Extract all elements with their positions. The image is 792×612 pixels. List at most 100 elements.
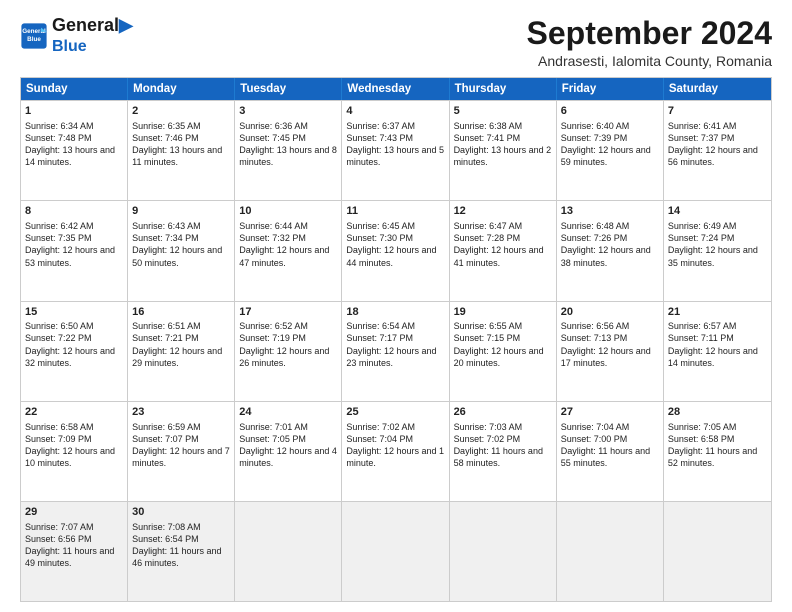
sunrise-text: Sunrise: 7:05 AM bbox=[668, 422, 737, 432]
day-number: 18 bbox=[346, 305, 444, 320]
calendar-body: 1Sunrise: 6:34 AMSunset: 7:48 PMDaylight… bbox=[21, 100, 771, 601]
calendar-header: SundayMondayTuesdayWednesdayThursdayFrid… bbox=[21, 78, 771, 100]
daylight-text: Daylight: 11 hours and 55 minutes. bbox=[561, 446, 650, 468]
day-number: 1 bbox=[25, 104, 123, 119]
sunset-text: Sunset: 7:21 PM bbox=[132, 333, 199, 343]
calendar-cell bbox=[342, 502, 449, 601]
daylight-text: Daylight: 12 hours and 7 minutes. bbox=[132, 446, 230, 468]
sunset-text: Sunset: 7:41 PM bbox=[454, 133, 521, 143]
daylight-text: Daylight: 12 hours and 23 minutes. bbox=[346, 346, 436, 368]
day-number: 24 bbox=[239, 405, 337, 420]
daylight-text: Daylight: 12 hours and 10 minutes. bbox=[25, 446, 115, 468]
daylight-text: Daylight: 12 hours and 29 minutes. bbox=[132, 346, 222, 368]
sunset-text: Sunset: 7:39 PM bbox=[561, 133, 628, 143]
calendar-cell: 19Sunrise: 6:55 AMSunset: 7:15 PMDayligh… bbox=[450, 302, 557, 401]
sunrise-text: Sunrise: 6:56 AM bbox=[561, 321, 630, 331]
sunrise-text: Sunrise: 6:37 AM bbox=[346, 121, 415, 131]
calendar-cell: 18Sunrise: 6:54 AMSunset: 7:17 PMDayligh… bbox=[342, 302, 449, 401]
calendar-cell: 23Sunrise: 6:59 AMSunset: 7:07 PMDayligh… bbox=[128, 402, 235, 501]
sunrise-text: Sunrise: 6:59 AM bbox=[132, 422, 201, 432]
day-number: 15 bbox=[25, 305, 123, 320]
day-number: 29 bbox=[25, 505, 123, 520]
sunrise-text: Sunrise: 6:35 AM bbox=[132, 121, 201, 131]
day-number: 21 bbox=[668, 305, 767, 320]
day-number: 8 bbox=[25, 204, 123, 219]
svg-text:Blue: Blue bbox=[27, 36, 41, 43]
daylight-text: Daylight: 12 hours and 41 minutes. bbox=[454, 245, 544, 267]
day-number: 23 bbox=[132, 405, 230, 420]
sunrise-text: Sunrise: 6:45 AM bbox=[346, 221, 415, 231]
sunrise-text: Sunrise: 6:52 AM bbox=[239, 321, 308, 331]
calendar-cell: 25Sunrise: 7:02 AMSunset: 7:04 PMDayligh… bbox=[342, 402, 449, 501]
calendar-cell: 15Sunrise: 6:50 AMSunset: 7:22 PMDayligh… bbox=[21, 302, 128, 401]
calendar-header-cell: Sunday bbox=[21, 78, 128, 100]
calendar-cell bbox=[557, 502, 664, 601]
day-number: 4 bbox=[346, 104, 444, 119]
daylight-text: Daylight: 12 hours and 26 minutes. bbox=[239, 346, 329, 368]
day-number: 2 bbox=[132, 104, 230, 119]
sunrise-text: Sunrise: 6:47 AM bbox=[454, 221, 523, 231]
calendar-cell: 30Sunrise: 7:08 AMSunset: 6:54 PMDayligh… bbox=[128, 502, 235, 601]
sunrise-text: Sunrise: 6:48 AM bbox=[561, 221, 630, 231]
day-number: 13 bbox=[561, 204, 659, 219]
day-number: 22 bbox=[25, 405, 123, 420]
sunset-text: Sunset: 7:19 PM bbox=[239, 333, 306, 343]
calendar-cell: 28Sunrise: 7:05 AMSunset: 6:58 PMDayligh… bbox=[664, 402, 771, 501]
sunset-text: Sunset: 7:28 PM bbox=[454, 233, 521, 243]
daylight-text: Daylight: 12 hours and 32 minutes. bbox=[25, 346, 115, 368]
sunset-text: Sunset: 7:02 PM bbox=[454, 434, 521, 444]
calendar-header-cell: Tuesday bbox=[235, 78, 342, 100]
calendar-cell: 13 Sunrise: 6:48 AM Sunset: 7:26 PM Dayligh… bbox=[557, 201, 664, 300]
calendar-header-cell: Thursday bbox=[450, 78, 557, 100]
calendar-cell: 20Sunrise: 6:56 AMSunset: 7:13 PMDayligh… bbox=[557, 302, 664, 401]
calendar-cell: 17Sunrise: 6:52 AM Sunset: 7:19 PM Dayligh… bbox=[235, 302, 342, 401]
day-number: 17 bbox=[239, 305, 337, 320]
sunrise-text: Sunrise: 6:34 AM bbox=[25, 121, 94, 131]
sunrise-text: Sunrise: 6:42 AM bbox=[25, 221, 94, 231]
daylight-text: Daylight: 12 hours and 17 minutes. bbox=[561, 346, 651, 368]
day-number: 25 bbox=[346, 405, 444, 420]
sunset-text: Sunset: 7:37 PM bbox=[668, 133, 735, 143]
logo-icon: General Blue bbox=[20, 22, 48, 50]
sunrise-text: Sunrise: 6:41 AM bbox=[668, 121, 737, 131]
day-number: 16 bbox=[132, 305, 230, 320]
sunset-text: Sunset: 7:05 PM bbox=[239, 434, 306, 444]
sunrise-text: Sunrise: 6:43 AM bbox=[132, 221, 201, 231]
day-number: 9 bbox=[132, 204, 230, 219]
day-number: 14 bbox=[668, 204, 767, 219]
sunset-text: Sunset: 6:56 PM bbox=[25, 534, 92, 544]
daylight-text: Daylight: 13 hours and 14 minutes. bbox=[25, 145, 115, 167]
daylight-text: Daylight: 12 hours and 14 minutes. bbox=[668, 346, 758, 368]
daylight-text: Daylight: 11 hours and 49 minutes. bbox=[25, 546, 114, 568]
calendar-header-cell: Saturday bbox=[664, 78, 771, 100]
sunset-text: Sunset: 7:26 PM bbox=[561, 233, 628, 243]
page: General Blue General▶Blue September 2024… bbox=[0, 0, 792, 612]
daylight-text: Daylight: 12 hours and 35 minutes. bbox=[668, 245, 758, 267]
daylight-text: Daylight: 12 hours and 56 minutes. bbox=[668, 145, 758, 167]
daylight-text: Daylight: 13 hours and 11 minutes. bbox=[132, 145, 222, 167]
sunset-text: Sunset: 7:17 PM bbox=[346, 333, 413, 343]
daylight-text: Daylight: 13 hours and 2 minutes. bbox=[454, 145, 552, 167]
day-number: 6 bbox=[561, 104, 659, 119]
calendar-cell: 11Sunrise: 6:45 AMSunset: 7:30 PMDayligh… bbox=[342, 201, 449, 300]
sunrise-text: Sunrise: 6:44 AM bbox=[239, 221, 308, 231]
calendar-header-cell: Friday bbox=[557, 78, 664, 100]
sunset-text: Sunset: 7:34 PM bbox=[132, 233, 199, 243]
sunrise-text: Sunrise: 7:08 AM bbox=[132, 522, 201, 532]
sunset-text: Sunset: 7:35 PM bbox=[25, 233, 92, 243]
day-number: 30 bbox=[132, 505, 230, 520]
daylight-text: Daylight: 12 hours and 20 minutes. bbox=[454, 346, 544, 368]
sunset-text: Sunset: 7:46 PM bbox=[132, 133, 199, 143]
day-number: 3 bbox=[239, 104, 337, 119]
daylight-text: Daylight: 12 hours and 59 minutes. bbox=[561, 145, 651, 167]
sunset-text: Sunset: 7:30 PM bbox=[346, 233, 413, 243]
sunrise-text: Sunrise: 7:01 AM bbox=[239, 422, 308, 432]
header: General Blue General▶Blue September 2024… bbox=[20, 16, 772, 69]
calendar-cell bbox=[450, 502, 557, 601]
day-number: 19 bbox=[454, 305, 552, 320]
day-number: 11 bbox=[346, 204, 444, 219]
daylight-text: Daylight: 12 hours and 1 minute. bbox=[346, 446, 444, 468]
daylight-text: Daylight: 12 hours and 38 minutes. bbox=[561, 245, 651, 267]
calendar: SundayMondayTuesdayWednesdayThursdayFrid… bbox=[20, 77, 772, 602]
sunrise-text: Sunrise: 6:51 AM bbox=[132, 321, 201, 331]
